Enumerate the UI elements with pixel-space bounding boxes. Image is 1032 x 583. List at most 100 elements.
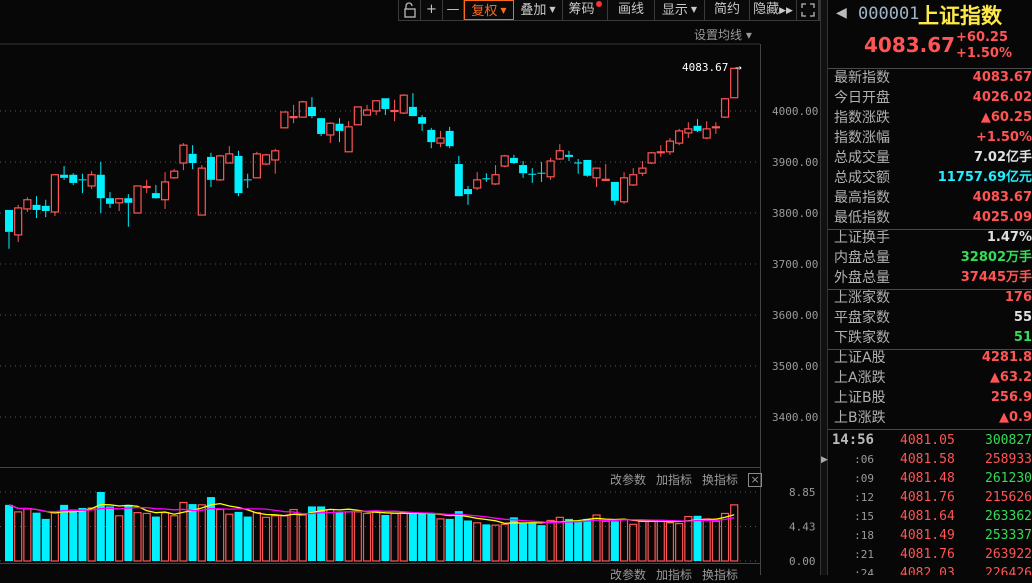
candle-body [418,117,427,124]
quote-row: 指数涨跌 ▲60.25 [828,108,1032,128]
volume-bar [445,518,454,561]
volume-bar [344,511,353,562]
candle [170,169,179,179]
candle-body [500,155,509,167]
quote-row: 最低指数 4025.09 [828,208,1032,228]
change-percent: +1.50% [956,46,1012,61]
prev-stock-icon[interactable]: ◀ [836,5,847,21]
candle-body [473,179,482,189]
volume-bar [170,515,179,562]
tick-volume: 263362 [985,509,1032,524]
volume-bar [69,509,78,561]
candle-body [509,157,518,164]
candle-body [170,170,179,179]
candle [509,154,518,165]
volume-bar [601,520,610,562]
volume-bar [702,518,711,562]
candle [197,165,206,216]
volume-bar [197,504,206,562]
candle [271,148,280,174]
candle-body [528,173,537,175]
tick-row: 14:56 4081.05 300827 [828,431,1032,450]
candle-body [638,167,647,174]
volume-bar [500,523,509,562]
price-tick-label: 3900.00 [772,156,818,169]
candle-body [243,179,252,181]
candle [629,168,638,186]
candle-body [41,205,50,211]
volume-bar [225,513,234,562]
candle-body [656,151,665,154]
panel-splitter[interactable]: ▶ [820,0,828,575]
candle-body [574,162,583,164]
volume-bar [464,520,472,561]
candle-body [665,140,675,153]
volume-bar [32,512,41,561]
volume-bar [574,521,583,561]
volume-bar [592,514,601,562]
candle [362,104,372,116]
quote-row: 上证换手 1.47% [828,228,1032,248]
candle [454,155,463,197]
candle-body [115,198,124,204]
volume-bar [647,519,656,562]
quote-label: 今日开盘 [834,90,890,106]
kline-chart[interactable]: 4000.00 3900.00 3800.00 3700.00 3600.00 3500.… [0,0,820,575]
candle [317,118,326,136]
candle [473,172,482,191]
collapse-arrow-icon[interactable]: ▶ [821,455,828,465]
quote-label: 上涨家数 [834,290,890,306]
volume-bar [60,504,69,561]
candle [390,99,399,122]
candle [372,100,381,116]
tick-time: :12 [854,491,874,504]
candle [105,192,114,208]
candle-body [583,159,592,176]
tick-time: :06 [854,453,874,466]
candle-body [96,174,105,199]
candle-body [629,174,638,186]
switch-indicator-button[interactable]: 换指标 [702,471,738,488]
tick-row: :15 4081.64 263362 [828,507,1032,526]
candle [142,179,151,194]
candle [656,145,665,157]
candle-body [427,129,436,143]
add-indicator-button[interactable]: 加指标 [656,471,692,488]
price-tick-label: 3500.00 [772,360,818,373]
candle [353,106,362,126]
candle-body [317,118,326,134]
candle [720,98,730,119]
candle [234,150,243,197]
volume-bar [711,520,720,562]
quote-value: 51 [1013,330,1032,345]
candle [41,199,50,218]
candle [436,130,445,148]
quote-panel: ◀ 000001 上证指数 4083.67 +60.25 +1.50% 最新指数… [828,0,1032,575]
quote-value: 1.47% [986,230,1032,245]
last-price-tag: 4083.67 → [682,61,742,74]
candle-body [197,167,206,216]
modify-params-button[interactable]: 改参数 [610,471,646,488]
tick-price: 4081.64 [900,509,955,524]
tick-time: 14:56 [831,432,874,448]
change-value: +60.25 [956,30,1009,45]
tick-time: :21 [854,548,874,561]
candle [124,194,133,227]
volume-bar [261,516,271,562]
candle [638,160,647,176]
price-change: +60.25 +1.50% [956,30,1012,62]
candle [665,138,675,155]
candle-body [408,106,417,117]
volume-bar [151,516,160,561]
candle [381,98,390,116]
candle-body [399,94,408,114]
volume-bar [353,511,362,562]
close-indicator-icon[interactable]: × [748,472,763,487]
candle-body [362,109,372,116]
candle [564,150,573,161]
candle-body [482,178,491,180]
volume-bar [307,506,316,561]
volume-bar [14,511,23,562]
volume-bar [252,512,261,562]
quote-label: 总成交额 [834,170,890,186]
